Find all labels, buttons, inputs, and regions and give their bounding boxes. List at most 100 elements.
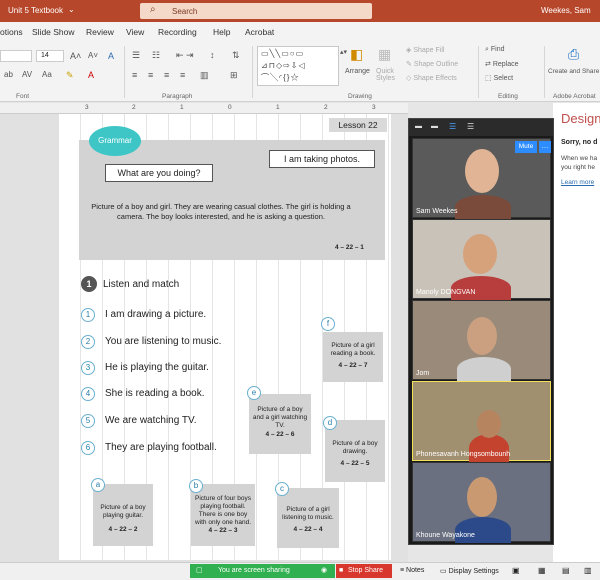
- highlight-icon[interactable]: ✎: [66, 70, 74, 81]
- select-button[interactable]: ⬚ Select: [485, 74, 513, 82]
- menu-slide-show[interactable]: Slide Show: [32, 27, 75, 37]
- menu-review[interactable]: Review: [86, 27, 114, 37]
- font-size-value: 14: [41, 52, 49, 59]
- create-share-pdf-button[interactable]: Create and Share Adobe PDF: [548, 68, 600, 76]
- stop-share-button[interactable]: ■ Stop Share: [336, 564, 392, 578]
- video-tile-active-speaker[interactable]: Phonesavanh Hongsombounh: [412, 381, 551, 462]
- gallery-scroll-icon[interactable]: ▴▾: [340, 48, 347, 56]
- speech-bubble-answer[interactable]: I am taking photos.: [269, 150, 375, 168]
- ruler-mark: 2: [324, 104, 328, 111]
- speaker-view-icon[interactable]: ▬: [431, 123, 438, 130]
- change-case-icon[interactable]: Aa: [42, 70, 52, 79]
- card-letter-badge: a: [91, 478, 105, 492]
- menu-options[interactable]: otions: [0, 27, 23, 37]
- indent-icon[interactable]: ⇤ ⇥: [176, 50, 194, 61]
- normal-view-icon[interactable]: ▣: [512, 566, 520, 575]
- video-toolbar: ▬ ▬ ☰ ☰: [409, 119, 553, 136]
- strikethrough-icon[interactable]: ab: [4, 70, 13, 79]
- screen-sharing-label: You are screen sharing: [218, 567, 290, 574]
- sentence-number: 1: [81, 308, 95, 322]
- video-gallery-window[interactable]: ▬ ▬ ☰ ☰ Mute … Sam Weekes Manoly DONGVAN…: [408, 118, 554, 545]
- quick-styles-icon[interactable]: ▦: [378, 46, 391, 63]
- smartart-icon[interactable]: ⊞: [230, 70, 238, 81]
- char-spacing-icon[interactable]: AV: [22, 70, 32, 79]
- ruler-mark: 1: [276, 104, 280, 111]
- user-name[interactable]: Weekes, Sam: [541, 6, 591, 15]
- picture-card-a[interactable]: Picture of a boy playing guitar. 4 – 22 …: [93, 484, 153, 546]
- learn-more-link[interactable]: Learn more: [561, 179, 594, 186]
- grow-font-icon[interactable]: A˄: [70, 51, 81, 61]
- adobe-pdf-icon[interactable]: ⎙: [568, 46, 579, 63]
- gallery-view-icon[interactable]: ☰: [449, 122, 456, 131]
- shape-outline-button[interactable]: ✎ Shape Outline: [406, 60, 458, 68]
- card-code: 4 – 22 – 4: [293, 526, 323, 533]
- shape-effects-button[interactable]: ◇ Shape Effects: [406, 74, 457, 82]
- numbering-icon[interactable]: ☷: [152, 50, 160, 61]
- menu-help[interactable]: Help: [213, 27, 230, 37]
- card-description: Picture of a boy and a girl watching TV.: [252, 406, 308, 429]
- quick-styles-label[interactable]: Quick Styles: [376, 68, 404, 82]
- card-code: 4 – 22 – 3: [208, 527, 238, 534]
- columns-icon[interactable]: ▥: [200, 70, 209, 81]
- shrink-font-icon[interactable]: A˅: [88, 51, 98, 60]
- picture-card-b[interactable]: Picture of four boys playing football. T…: [191, 484, 255, 546]
- menu-acrobat[interactable]: Acrobat: [245, 27, 274, 37]
- replace-button[interactable]: ⇄ Replace: [485, 60, 519, 68]
- participant-face: [467, 317, 497, 355]
- arrange-label[interactable]: Arrange: [345, 68, 370, 75]
- chevron-down-icon[interactable]: ⌄: [68, 5, 75, 14]
- text-direction-icon[interactable]: ⇅: [232, 50, 240, 61]
- group-drawing: Drawing: [348, 93, 372, 100]
- find-button[interactable]: ⌕ Find: [485, 46, 505, 54]
- shield-icon: ◉: [321, 567, 328, 574]
- picture-card-c[interactable]: Picture of a girl listening to music. 4 …: [277, 488, 339, 548]
- stop-share-label: Stop Share: [348, 567, 384, 574]
- more-options-icon[interactable]: …: [539, 141, 551, 153]
- clear-format-icon[interactable]: A: [108, 51, 114, 61]
- picture-card-f[interactable]: Picture of a girl reading a book. 4 – 22…: [323, 332, 383, 382]
- card-letter-badge: c: [275, 482, 289, 496]
- notes-button[interactable]: ≡ Notes: [400, 567, 424, 574]
- line-spacing-icon[interactable]: ↕: [210, 50, 215, 60]
- font-size-combo[interactable]: 14: [36, 50, 64, 62]
- align-center-icon[interactable]: ≡: [148, 70, 153, 80]
- align-right-icon[interactable]: ≡: [164, 70, 169, 80]
- slide-sorter-icon[interactable]: ▦: [538, 566, 546, 575]
- video-tile[interactable]: Mute … Sam Weekes: [412, 138, 551, 219]
- share-status-icon: ▢: [196, 567, 203, 574]
- speech-bubble-question[interactable]: What are you doing?: [105, 164, 213, 182]
- design-pane-title: Design: [561, 111, 600, 126]
- search-box[interactable]: ⌕ Search: [140, 3, 372, 19]
- slideshow-icon[interactable]: ▥: [584, 566, 592, 575]
- picture-card-e[interactable]: Picture of a boy and a girl watching TV.…: [249, 394, 311, 454]
- font-color-icon[interactable]: A: [88, 70, 94, 80]
- reading-view-icon[interactable]: ▤: [562, 566, 570, 575]
- shape-fill-button[interactable]: ◈ Shape Fill: [406, 46, 444, 54]
- slide[interactable]: Lesson 22 Grammar What are you doing? I …: [59, 114, 391, 560]
- select-label: Select: [493, 75, 514, 82]
- mute-button[interactable]: Mute: [515, 141, 537, 153]
- arrange-icon[interactable]: ◧: [350, 46, 363, 63]
- sentence-text: You are listening to music.: [105, 336, 222, 347]
- divider: [544, 46, 545, 98]
- video-tile[interactable]: Manoly DONGVAN: [412, 219, 551, 300]
- font-name-combo[interactable]: [0, 50, 32, 62]
- minimize-icon[interactable]: ▬: [415, 123, 422, 130]
- participant-face: [467, 477, 497, 517]
- justify-icon[interactable]: ≡: [180, 70, 185, 80]
- find-label: Find: [490, 46, 505, 53]
- bullets-icon[interactable]: ☰: [132, 50, 140, 61]
- menu-view[interactable]: View: [126, 27, 144, 37]
- strip-view-icon[interactable]: ☰: [467, 122, 474, 131]
- shapes-gallery[interactable]: ▭╲╲▭○▭ ⊿⊓◇⇨⇩◁ ⌒╲◜{}☆: [257, 46, 339, 86]
- align-left-icon[interactable]: ≡: [132, 70, 137, 80]
- ribbon: 14 A˄ A˅ A ab AV Aa ✎ A Font ☰ ☷ ⇤ ⇥ ↕ ⇅…: [0, 42, 600, 102]
- ruler-mark: 3: [85, 104, 89, 111]
- display-settings-button[interactable]: ▭ Display Settings: [440, 567, 499, 575]
- picture-card-d[interactable]: Picture of a boy drawing. 4 – 22 – 5: [325, 420, 385, 482]
- video-tile[interactable]: Khoune Wayakone: [412, 462, 551, 543]
- sentence-text: He is playing the guitar.: [105, 362, 209, 373]
- menu-recording[interactable]: Recording: [158, 27, 197, 37]
- video-tile[interactable]: Jom: [412, 300, 551, 381]
- sentence-number: 5: [81, 414, 95, 428]
